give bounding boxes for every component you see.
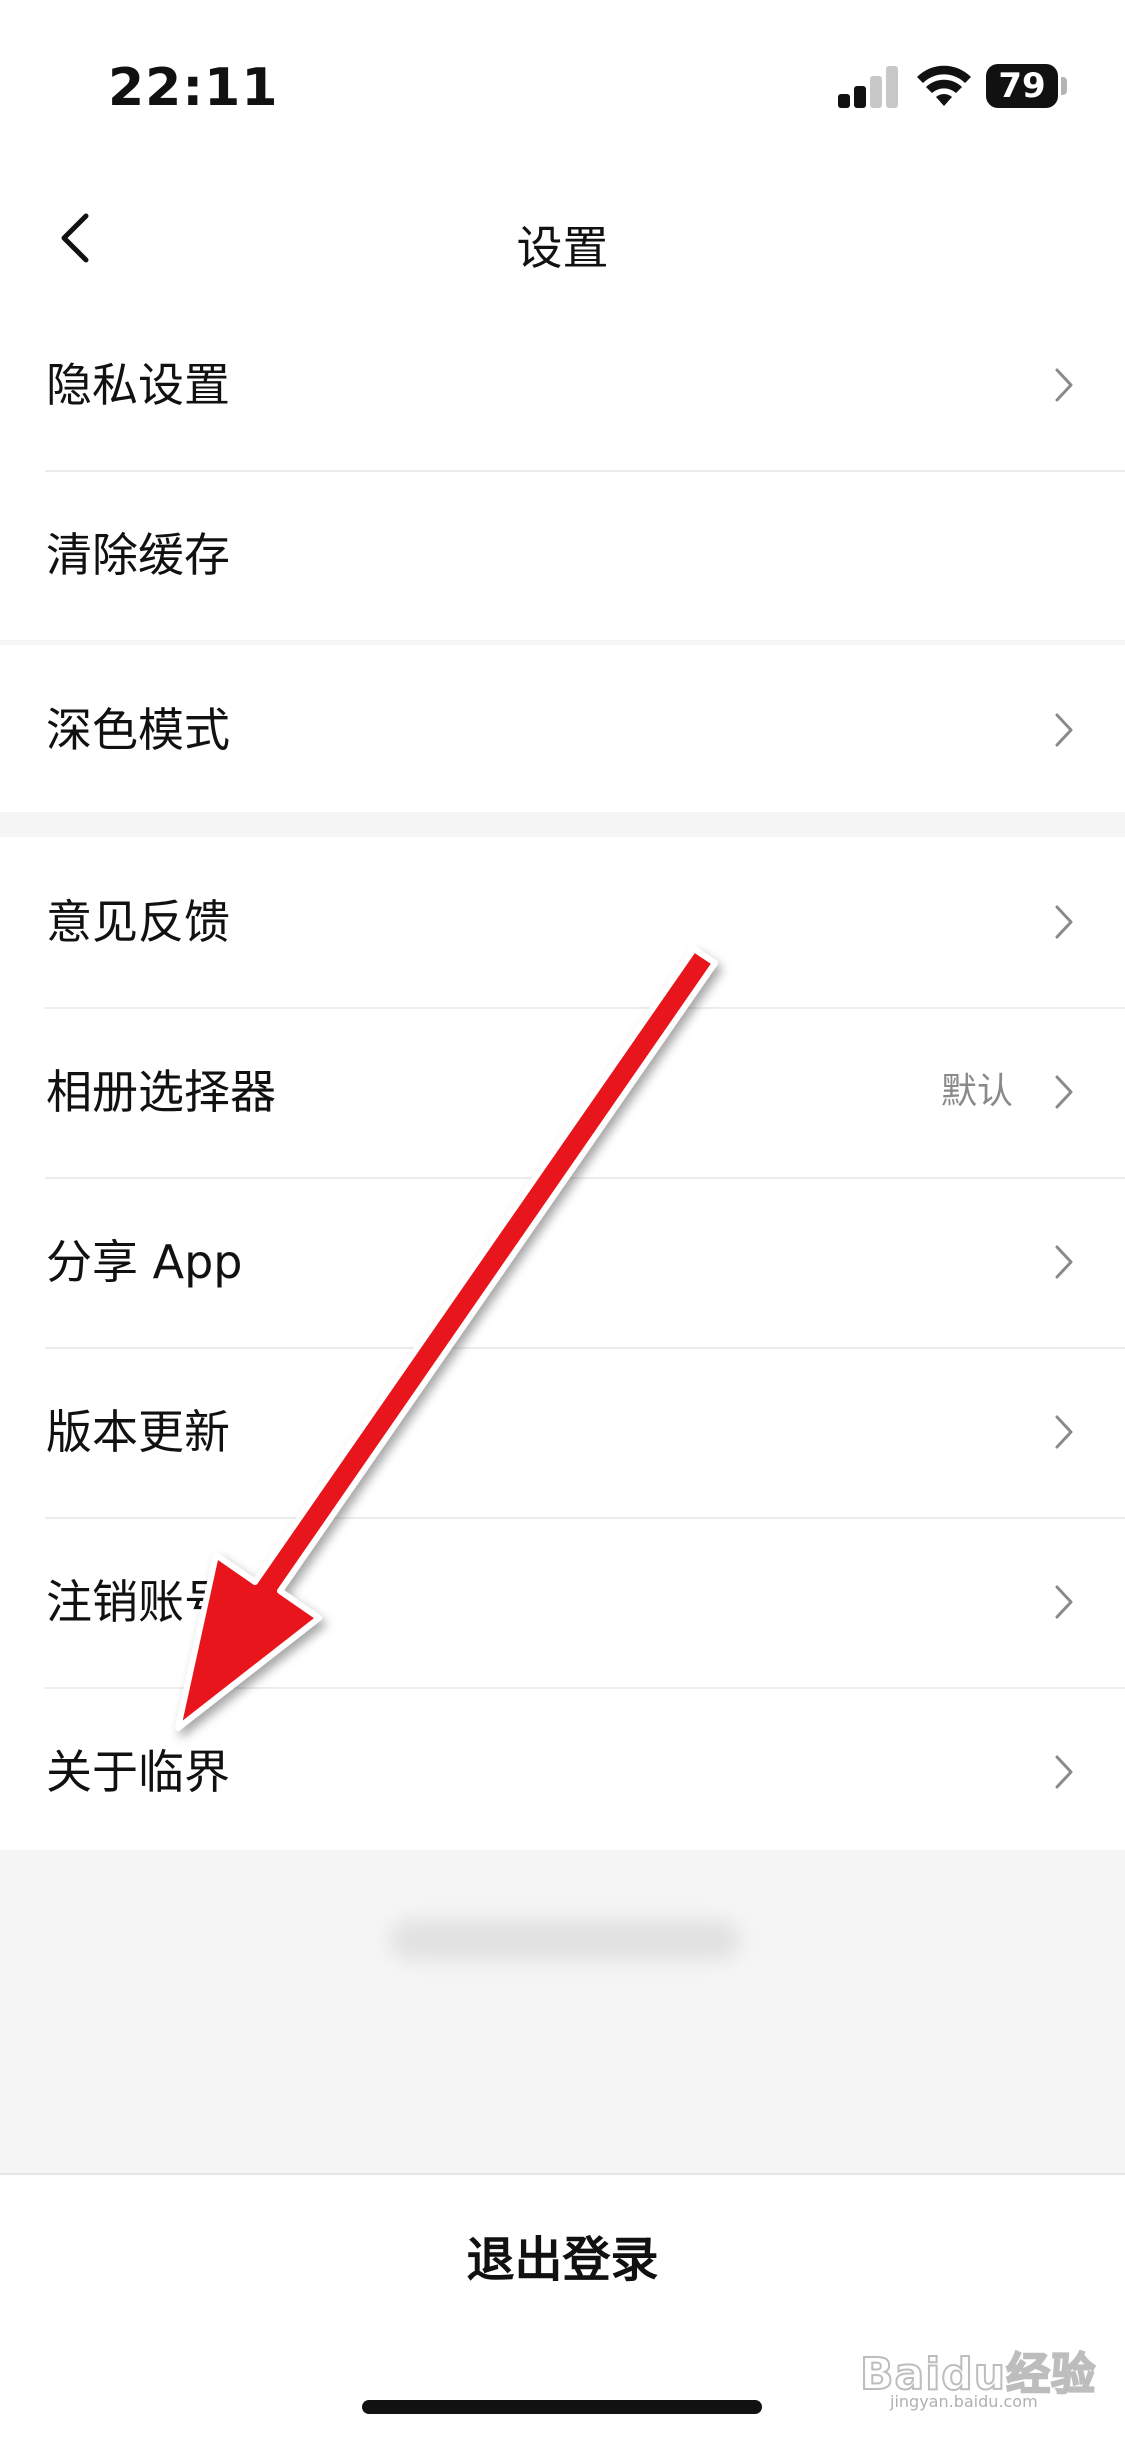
cellular-signal-icon — [838, 66, 900, 108]
blurred-footer-text — [390, 1920, 740, 1960]
settings-item-about[interactable]: 关于临界 — [0, 1687, 1125, 1857]
settings-item-delete-account[interactable]: 注销账号 — [0, 1517, 1125, 1687]
settings-item-feedback[interactable]: 意见反馈 — [0, 837, 1125, 1007]
settings-item-privacy[interactable]: 隐私设置 — [0, 300, 1125, 470]
logout-button[interactable]: 退出登录 — [0, 2175, 1125, 2345]
settings-item-label: 深色模式 — [46, 703, 230, 757]
wifi-icon — [917, 65, 971, 106]
settings-item-dark-mode[interactable]: 深色模式 — [0, 645, 1125, 815]
navigation-bar: 设置 — [0, 180, 1125, 300]
section-divider — [0, 812, 1125, 837]
settings-item-version-update[interactable]: 版本更新 — [0, 1347, 1125, 1517]
home-indicator[interactable] — [362, 2400, 762, 2414]
settings-item-label: 相册选择器 — [46, 1065, 276, 1119]
settings-group-2: 深色模式 — [0, 645, 1125, 815]
battery-level: 79 — [986, 64, 1058, 108]
footer-area — [0, 1850, 1125, 2173]
status-time: 22:11 — [108, 58, 279, 118]
chevron-right-icon — [1055, 1585, 1073, 1619]
settings-item-value: 默认 — [940, 1071, 1013, 1112]
chevron-right-icon — [1055, 905, 1073, 939]
settings-item-label: 版本更新 — [46, 1405, 230, 1459]
watermark-url: jingyan.baidu.com — [890, 2392, 1038, 2411]
chevron-right-icon — [1055, 713, 1073, 747]
chevron-right-icon — [1055, 1075, 1073, 1109]
settings-item-label: 分享 App — [46, 1235, 243, 1289]
battery-icon: 79 — [986, 64, 1067, 108]
settings-item-label: 意见反馈 — [46, 895, 230, 949]
baidu-watermark: Baidu经验 jingyan.baidu.com — [859, 2338, 1096, 2411]
settings-group-1: 隐私设置 清除缓存 — [0, 300, 1125, 640]
settings-item-label: 关于临界 — [46, 1745, 230, 1799]
chevron-right-icon — [1055, 368, 1073, 402]
settings-item-album-picker[interactable]: 相册选择器 默认 — [0, 1007, 1125, 1177]
settings-group-3: 意见反馈 相册选择器 默认 分享 App 版本更新 注销账号 关于临界 — [0, 837, 1125, 1857]
settings-item-label: 隐私设置 — [46, 358, 230, 412]
chevron-right-icon — [1055, 1415, 1073, 1449]
settings-item-clear-cache[interactable]: 清除缓存 — [0, 470, 1125, 640]
status-bar: 22:11 79 — [0, 0, 1125, 180]
page-title: 设置 — [516, 221, 609, 275]
chevron-right-icon — [1055, 1245, 1073, 1279]
settings-item-share-app[interactable]: 分享 App — [0, 1177, 1125, 1347]
chevron-right-icon — [1055, 1755, 1073, 1789]
settings-item-label: 注销账号 — [46, 1575, 230, 1629]
settings-item-label: 清除缓存 — [46, 528, 230, 582]
